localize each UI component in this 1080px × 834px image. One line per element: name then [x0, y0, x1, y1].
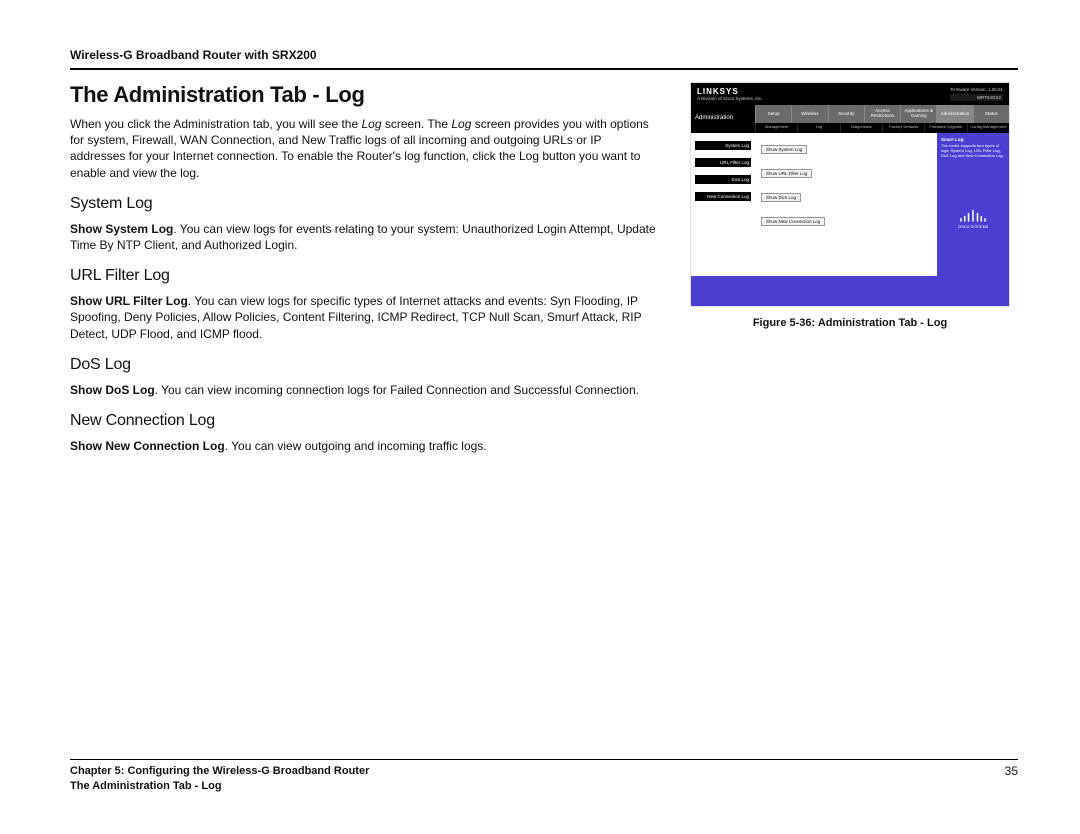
figure-caption: Figure 5-36: Administration Tab - Log	[690, 317, 1010, 329]
intro-log-em-2: Log	[451, 117, 471, 131]
shot-body: System Log URL Filter Log DoS Log New Co…	[691, 133, 1009, 276]
text-column: The Administration Tab - Log When you cl…	[70, 82, 660, 468]
shot-subtabs-row: Management Log Diagnostics Factory Defau…	[691, 123, 1009, 133]
shot-bottom-bar	[691, 276, 1009, 306]
svg-text:CISCO SYSTEMS: CISCO SYSTEMS	[958, 224, 988, 228]
shot-button-show-url-filter-log[interactable]: Show URL Filter Log	[761, 169, 812, 178]
lead-new-connection-log: Show New Connection Log	[70, 439, 225, 453]
section-heading-dos-log: DoS Log	[70, 356, 660, 374]
shot-button-show-new-connection-log[interactable]: Show New Connection Log	[761, 217, 825, 226]
rest-dos-log: . You can view incoming connection logs …	[155, 383, 639, 397]
shot-tab-status[interactable]: Status	[973, 105, 1009, 123]
footer-chapter: Chapter 5: Configuring the Wireless-G Br…	[70, 764, 369, 779]
shot-tab-access[interactable]: Access Restrictions	[864, 105, 900, 123]
intro-log-em-1: Log	[361, 117, 381, 131]
page-number: 35	[1005, 764, 1018, 794]
shot-brand-sub: A Division of Cisco Systems, Inc.	[697, 96, 763, 101]
shot-button-column: Show System Log Show URL Filter Log Show…	[755, 133, 937, 276]
section-body-dos-log: Show DoS Log. You can view incoming conn…	[70, 382, 660, 398]
intro-mid1: screen. The	[382, 117, 452, 131]
lead-system-log: Show System Log	[70, 222, 173, 236]
cisco-logo-icon: CISCO SYSTEMS	[941, 204, 1005, 232]
shot-subtab-management[interactable]: Management	[755, 123, 797, 133]
shot-tab-administration[interactable]: Administration	[936, 105, 972, 123]
rest-new-connection-log: . You can view outgoing and incoming tra…	[225, 439, 487, 453]
shot-tab-setup[interactable]: Setup	[755, 105, 791, 123]
section-heading-system-log: System Log	[70, 195, 660, 213]
footer-breadcrumb: The Administration Tab - Log	[70, 779, 369, 794]
section-body-system-log: Show System Log. You can view logs for e…	[70, 221, 660, 253]
intro-pre: When you click the Administration tab, y…	[70, 117, 361, 131]
header-rule	[70, 68, 1018, 70]
shot-brandbar: LINKSYS A Division of Cisco Systems, Inc…	[691, 83, 1009, 105]
shot-subtab-log[interactable]: Log	[797, 123, 839, 133]
manual-page: Wireless-G Broadband Router with SRX200 …	[0, 0, 1080, 834]
shot-button-show-dos-log[interactable]: Show DoS Log	[761, 193, 801, 202]
shot-subtab-factory-defaults[interactable]: Factory Defaults	[882, 123, 924, 133]
page-title: The Administration Tab - Log	[70, 82, 660, 108]
content-columns: The Administration Tab - Log When you cl…	[70, 82, 1018, 468]
shot-subtab-diagnostics[interactable]: Diagnostics	[840, 123, 882, 133]
shot-help-panel: Smart Log: The router supports four type…	[937, 133, 1009, 276]
shot-label-column: System Log URL Filter Log DoS Log New Co…	[691, 133, 755, 276]
product-header: Wireless-G Broadband Router with SRX200	[70, 48, 1018, 62]
shot-subtab-firmware-upgrade[interactable]: Firmware Upgrade	[924, 123, 966, 133]
section-body-new-connection-log: Show New Connection Log. You can view ou…	[70, 438, 660, 454]
shot-model: WRT54GX2	[950, 94, 1003, 101]
footer-rule	[70, 759, 1018, 760]
intro-paragraph: When you click the Administration tab, y…	[70, 116, 660, 181]
section-heading-new-connection-log: New Connection Log	[70, 412, 660, 430]
shot-label-system-log: System Log	[695, 141, 751, 150]
figure-screenshot: LINKSYS A Division of Cisco Systems, Inc…	[690, 82, 1010, 307]
shot-firmware: Firmware Version: 1.00.01	[950, 87, 1003, 92]
shot-tabs-row: Administration Setup Wireless Security A…	[691, 105, 1009, 123]
shot-label-new-connection-log: New Connection Log	[695, 192, 751, 201]
section-heading-url-filter-log: URL Filter Log	[70, 267, 660, 285]
figure-column: LINKSYS A Division of Cisco Systems, Inc…	[690, 82, 1010, 468]
shot-tab-security[interactable]: Security	[828, 105, 864, 123]
shot-section-title: Administration	[691, 105, 755, 123]
section-body-url-filter-log: Show URL Filter Log. You can view logs f…	[70, 293, 660, 342]
page-footer: Chapter 5: Configuring the Wireless-G Br…	[70, 759, 1018, 794]
shot-label-dos-log: DoS Log	[695, 175, 751, 184]
shot-button-show-system-log[interactable]: Show System Log	[761, 145, 807, 154]
shot-tab-wireless[interactable]: Wireless	[791, 105, 827, 123]
lead-dos-log: Show DoS Log	[70, 383, 155, 397]
lead-url-filter-log: Show URL Filter Log	[70, 294, 188, 308]
shot-brand: LINKSYS	[697, 87, 763, 96]
shot-help-body: The router supports four types of logs: …	[941, 143, 1005, 158]
shot-tab-apps[interactable]: Applications & Gaming	[900, 105, 936, 123]
shot-label-url-filter-log: URL Filter Log	[695, 158, 751, 167]
shot-subtab-config-management[interactable]: Config Management	[967, 123, 1009, 133]
